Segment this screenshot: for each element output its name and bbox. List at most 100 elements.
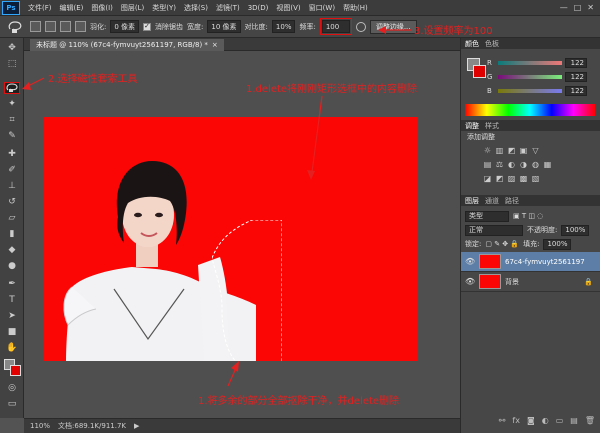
black-white-icon[interactable]: ◐ (507, 160, 516, 169)
refine-edge-button[interactable]: 调整边缘... (369, 19, 417, 34)
new-layer-icon[interactable]: ▤ (570, 416, 578, 425)
pen-tool-icon[interactable]: ✒ (4, 278, 20, 290)
red-value[interactable]: 122 (565, 58, 587, 68)
green-slider[interactable] (498, 75, 562, 79)
menu-type[interactable]: 类型(Y) (148, 3, 180, 13)
tab-color[interactable]: 颜色 (465, 39, 479, 49)
frequency-input[interactable]: 100 (321, 20, 350, 33)
threshold-icon[interactable]: ▨ (507, 174, 516, 183)
new-selection-icon[interactable] (30, 21, 41, 32)
crop-tool-icon[interactable]: ⌗ (4, 114, 20, 126)
gradient-map-icon[interactable]: ▩ (519, 174, 528, 183)
document-tab-close[interactable]: × (212, 41, 218, 49)
clone-stamp-tool-icon[interactable]: ⊥ (4, 180, 20, 192)
blur-tool-icon[interactable]: ◆ (4, 244, 20, 256)
link-layers-icon[interactable]: ⚯ (499, 416, 506, 425)
lock-icons[interactable]: ▢ ✎ ✥ 🔒 (485, 240, 519, 248)
new-group-icon[interactable]: ▭ (556, 416, 564, 425)
eraser-tool-icon[interactable]: ▱ (4, 212, 20, 224)
screen-mode-icon[interactable]: ▭ (4, 398, 20, 410)
menu-filter[interactable]: 滤镜(T) (212, 3, 244, 13)
tool-preset-picker[interactable] (4, 19, 26, 35)
adjustment-layer-icon[interactable]: ◐ (542, 416, 549, 425)
menu-layer[interactable]: 图层(L) (117, 3, 148, 13)
add-selection-icon[interactable] (45, 21, 56, 32)
layer-row[interactable]: 👁 背景 🔒 (461, 272, 600, 292)
opacity-input[interactable]: 100% (561, 224, 590, 236)
quick-selection-tool-icon[interactable]: ✦ (4, 98, 20, 110)
green-value[interactable]: 122 (565, 72, 587, 82)
tab-layers[interactable]: 图层 (465, 196, 479, 206)
invert-icon[interactable]: ◪ (483, 174, 492, 183)
channel-mixer-icon[interactable]: ◍ (531, 160, 540, 169)
contrast-input[interactable]: 10% (271, 20, 296, 33)
menu-window[interactable]: 窗口(W) (305, 3, 339, 13)
maximize-button[interactable]: □ (574, 3, 582, 12)
blue-slider[interactable] (498, 89, 562, 93)
menu-select[interactable]: 选择(S) (180, 3, 212, 13)
selective-color-icon[interactable]: ▧ (531, 174, 540, 183)
layer-kind-filter[interactable]: 类型 (465, 210, 509, 222)
hue-saturation-icon[interactable]: ▤ (483, 160, 492, 169)
feather-input[interactable]: 0 像素 (110, 20, 140, 33)
close-button[interactable]: ✕ (587, 3, 594, 12)
red-slider[interactable] (498, 61, 562, 65)
tab-styles[interactable]: 样式 (485, 121, 499, 131)
quick-mask-icon[interactable]: ◎ (4, 382, 20, 394)
posterize-icon[interactable]: ◩ (495, 174, 504, 183)
menu-help[interactable]: 帮助(H) (339, 3, 372, 13)
shape-tool-icon[interactable]: ■ (4, 326, 20, 338)
color-spectrum-bar[interactable] (465, 104, 595, 116)
tab-adjustments[interactable]: 调整 (465, 121, 479, 131)
status-arrow-icon[interactable]: ▶ (134, 422, 139, 430)
vibrance-icon[interactable]: ▽ (531, 146, 540, 155)
gradient-tool-icon[interactable]: ▮ (4, 228, 20, 240)
menu-view[interactable]: 视图(V) (272, 3, 304, 13)
type-tool-icon[interactable]: T (4, 294, 20, 306)
background-color-swatch[interactable] (10, 365, 21, 376)
photo-filter-icon[interactable]: ◑ (519, 160, 528, 169)
delete-layer-icon[interactable]: 🗑 (585, 416, 595, 425)
tablet-pressure-icon[interactable] (355, 21, 366, 32)
layer-row[interactable]: 👁 67c4-fymvuyt2561197 (461, 252, 600, 272)
levels-icon[interactable]: ▥ (495, 146, 504, 155)
layer-visibility-icon[interactable]: 👁 (465, 257, 475, 266)
move-tool-icon[interactable]: ✥ (4, 42, 20, 54)
color-balance-icon[interactable]: ⚖ (495, 160, 504, 169)
layer-style-icon[interactable]: fx (512, 416, 520, 425)
hand-tool-icon[interactable]: ✋ (4, 342, 20, 354)
panel-background-swatch[interactable] (473, 65, 486, 78)
path-selection-tool-icon[interactable]: ➤ (4, 310, 20, 322)
brightness-icon[interactable]: ☼ (483, 146, 492, 155)
eyedropper-tool-icon[interactable]: ✎ (4, 130, 20, 142)
brush-tool-icon[interactable]: ✐ (4, 164, 20, 176)
antialias-checkbox[interactable]: ✓ (143, 22, 152, 31)
menu-edit[interactable]: 编辑(E) (56, 3, 88, 13)
menu-image[interactable]: 图像(I) (87, 3, 117, 13)
layer-visibility-icon[interactable]: 👁 (465, 277, 475, 286)
curves-icon[interactable]: ◩ (507, 146, 516, 155)
tab-swatches[interactable]: 色板 (485, 39, 499, 49)
color-lookup-icon[interactable]: ▦ (543, 160, 552, 169)
menu-3d[interactable]: 3D(D) (244, 4, 273, 12)
fill-input[interactable]: 100% (543, 238, 572, 250)
marquee-tool-icon[interactable]: ⬚ (4, 58, 20, 70)
intersect-selection-icon[interactable] (75, 21, 86, 32)
history-brush-tool-icon[interactable]: ↺ (4, 196, 20, 208)
tab-channels[interactable]: 通道 (485, 196, 499, 206)
subtract-selection-icon[interactable] (60, 21, 71, 32)
tab-paths[interactable]: 路径 (505, 196, 519, 206)
width-input[interactable]: 10 像素 (207, 20, 241, 33)
exposure-icon[interactable]: ▣ (519, 146, 528, 155)
layer-mask-icon[interactable]: ◙ (527, 416, 535, 425)
menu-file[interactable]: 文件(F) (24, 3, 56, 13)
document-tab[interactable]: 未标题 @ 110% (67c4-fymvuyt2561197, RGB/8) … (30, 39, 224, 51)
image-canvas[interactable] (44, 117, 417, 361)
healing-brush-tool-icon[interactable]: ✚ (4, 148, 20, 160)
zoom-level[interactable]: 110% (30, 422, 50, 430)
dodge-tool-icon[interactable]: ● (4, 260, 20, 272)
blue-value[interactable]: 122 (565, 86, 587, 96)
magnetic-lasso-tool-icon[interactable] (4, 82, 20, 94)
blend-mode-select[interactable]: 正常 (465, 224, 523, 236)
minimize-button[interactable]: — (560, 3, 568, 12)
